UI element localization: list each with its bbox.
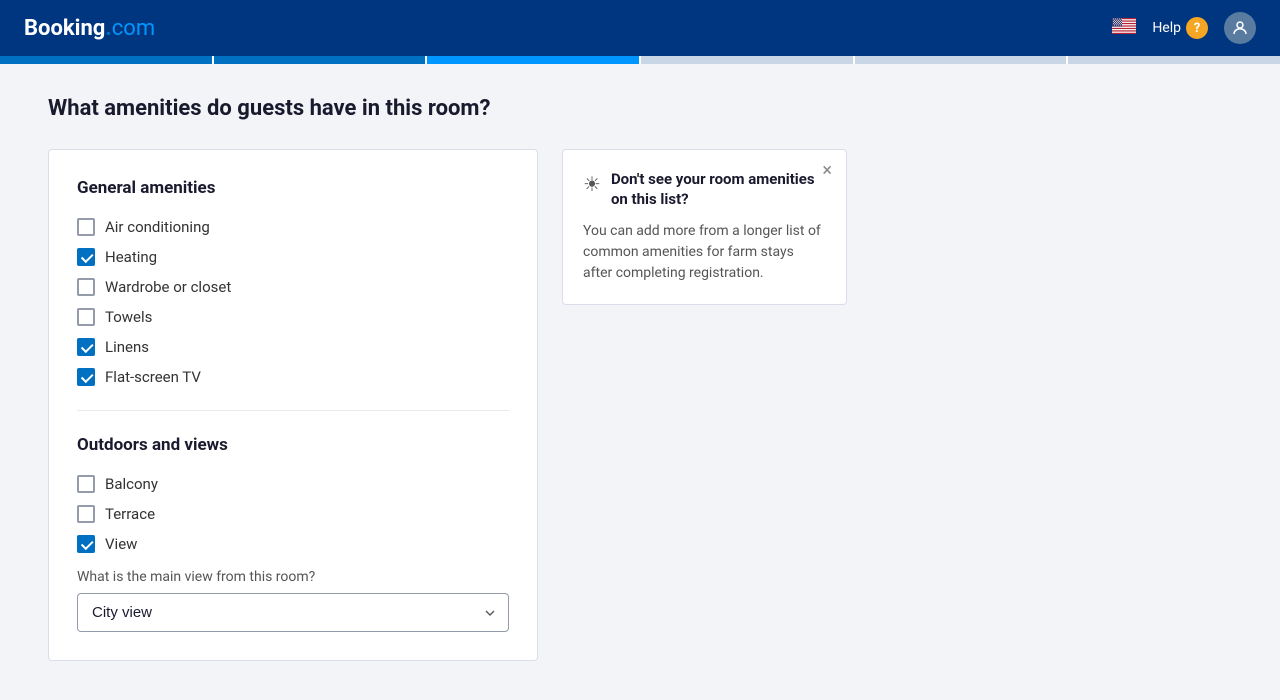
checkbox-label-linens: Linens: [105, 338, 149, 356]
checkbox-box-wardrobe: [77, 278, 95, 296]
content-row: General amenities Air conditioning Heati…: [48, 149, 912, 661]
help-label: Help: [1152, 20, 1181, 36]
checkbox-box-air-conditioning: [77, 218, 95, 236]
checkbox-terrace[interactable]: Terrace: [77, 505, 509, 523]
checkbox-box-towels: [77, 308, 95, 326]
checkbox-label-wardrobe: Wardrobe or closet: [105, 278, 231, 296]
checkbox-label-towels: Towels: [105, 308, 152, 326]
checkbox-label-heating: Heating: [105, 248, 157, 266]
progress-segment-5: [855, 56, 1067, 64]
info-card-header: ☀ Don't see your room amenities on this …: [583, 170, 826, 209]
general-amenities-section: General amenities Air conditioning Heati…: [77, 178, 509, 386]
checkbox-flatscreen-tv[interactable]: Flat-screen TV: [77, 368, 509, 386]
checkbox-linens[interactable]: Linens: [77, 338, 509, 356]
info-card-title: Don't see your room amenities on this li…: [611, 170, 826, 209]
page-title: What amenities do guests have in this ro…: [48, 96, 912, 121]
checkbox-box-heating: [77, 248, 95, 266]
info-card-close-button[interactable]: ×: [822, 162, 832, 180]
section-divider: [77, 410, 509, 411]
help-icon: ?: [1186, 17, 1208, 39]
view-question: What is the main view from this room?: [77, 569, 509, 585]
checkbox-box-flatscreen-tv: [77, 368, 95, 386]
outdoors-views-section: Outdoors and views Balcony Terrace: [77, 435, 509, 632]
info-card: ☀ Don't see your room amenities on this …: [562, 149, 847, 305]
user-avatar[interactable]: [1224, 12, 1256, 44]
checkbox-box-balcony: [77, 475, 95, 493]
progress-segment-1: [0, 56, 212, 64]
view-select[interactable]: City view Garden view Sea view Mountain …: [77, 593, 509, 632]
main-content: What amenities do guests have in this ro…: [0, 64, 960, 693]
checkbox-label-balcony: Balcony: [105, 475, 158, 493]
checkbox-view[interactable]: View: [77, 535, 509, 553]
logo-com: com: [112, 16, 155, 41]
checkbox-heating[interactable]: Heating: [77, 248, 509, 266]
checkbox-label-flatscreen-tv: Flat-screen TV: [105, 368, 201, 386]
info-card-body: You can add more from a longer list of c…: [583, 221, 826, 284]
sun-icon: ☀: [583, 172, 601, 196]
progress-segment-6: [1068, 56, 1280, 64]
checkbox-label-terrace: Terrace: [105, 505, 155, 523]
checkbox-label-air-conditioning: Air conditioning: [105, 218, 210, 236]
checkbox-box-linens: [77, 338, 95, 356]
progress-segment-2: [214, 56, 426, 64]
checkbox-air-conditioning[interactable]: Air conditioning: [77, 218, 509, 236]
outdoors-views-list: Balcony Terrace View: [77, 475, 509, 553]
amenities-card: General amenities Air conditioning Heati…: [48, 149, 538, 661]
checkbox-box-view: [77, 535, 95, 553]
help-button[interactable]: Help ?: [1152, 17, 1208, 39]
language-flag-icon[interactable]: [1112, 18, 1136, 38]
progress-segment-3: [427, 56, 639, 64]
checkbox-wardrobe[interactable]: Wardrobe or closet: [77, 278, 509, 296]
outdoors-views-title: Outdoors and views: [77, 435, 509, 455]
site-header: Booking.com: [0, 0, 1280, 56]
header-right: Help ?: [1112, 12, 1256, 44]
progress-segment-4: [641, 56, 853, 64]
logo-booking: Booking: [24, 16, 105, 41]
progress-bar: [0, 56, 1280, 64]
checkbox-towels[interactable]: Towels: [77, 308, 509, 326]
general-amenities-title: General amenities: [77, 178, 509, 198]
checkbox-balcony[interactable]: Balcony: [77, 475, 509, 493]
checkbox-label-view: View: [105, 535, 137, 553]
general-amenities-list: Air conditioning Heating Wardrobe or clo…: [77, 218, 509, 386]
checkbox-box-terrace: [77, 505, 95, 523]
site-logo: Booking.com: [24, 16, 155, 41]
